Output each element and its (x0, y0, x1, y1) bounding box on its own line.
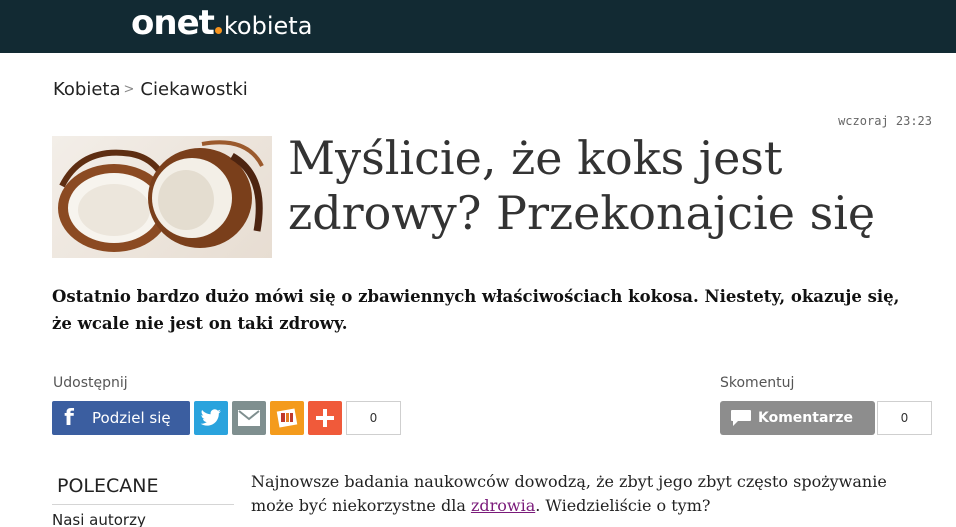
sidebar-heading-polecane: POLECANE (57, 475, 159, 497)
comments-button[interactable]: Komentarze (720, 401, 875, 435)
comments-button-label: Komentarze (758, 410, 853, 426)
logo-onet-text: onet (131, 3, 215, 43)
breadcrumb-ciekawostki[interactable]: Ciekawostki (140, 79, 247, 100)
sidebar-item-nasi-autorzy[interactable]: Nasi autorzy (52, 511, 146, 527)
breadcrumb-kobieta[interactable]: Kobieta (53, 79, 121, 100)
article-thumbnail-coconut (52, 136, 272, 258)
top-bar: onet kobieta (0, 0, 956, 53)
more-share-button[interactable] (308, 401, 342, 435)
share-count: 0 (346, 401, 401, 435)
article-lead: Ostatnio bardzo dużo mówi się o zbawienn… (52, 287, 900, 333)
mail-icon (238, 410, 260, 426)
logo-kobieta-text: kobieta (223, 12, 313, 40)
article-title: Myślicie, że koks jest zdrowy? Przekonaj… (288, 131, 876, 240)
comment-count: 0 (877, 401, 932, 435)
wykop-icon (276, 408, 298, 428)
wykop-share-button[interactable] (270, 401, 304, 435)
twitter-icon (200, 409, 221, 426)
onet-kobieta-logo[interactable]: onet kobieta (131, 3, 312, 43)
body-link-zdrowia[interactable]: zdrowia (471, 496, 535, 515)
article-timestamp: wczoraj 23:23 (838, 114, 932, 128)
article-body-paragraph: Najnowsze badania naukowców dowodzą, że … (251, 470, 911, 518)
sidebar-divider (52, 504, 234, 505)
twitter-share-button[interactable] (194, 401, 228, 435)
body-text-part2: . Wiedzieliście o tym? (535, 496, 711, 515)
share-label: Udostępnij (53, 375, 128, 391)
facebook-share-label: Podziel się (92, 409, 171, 427)
speech-bubble-icon (730, 407, 756, 429)
comment-label: Skomentuj (720, 375, 795, 391)
facebook-icon: f (64, 405, 74, 431)
breadcrumb: Kobieta > Ciekawostki (53, 79, 248, 100)
facebook-share-button[interactable]: f Podziel się (52, 401, 190, 435)
email-share-button[interactable] (232, 401, 266, 435)
plus-icon (316, 409, 334, 427)
logo-dot (214, 27, 222, 34)
breadcrumb-separator: > (123, 82, 135, 97)
